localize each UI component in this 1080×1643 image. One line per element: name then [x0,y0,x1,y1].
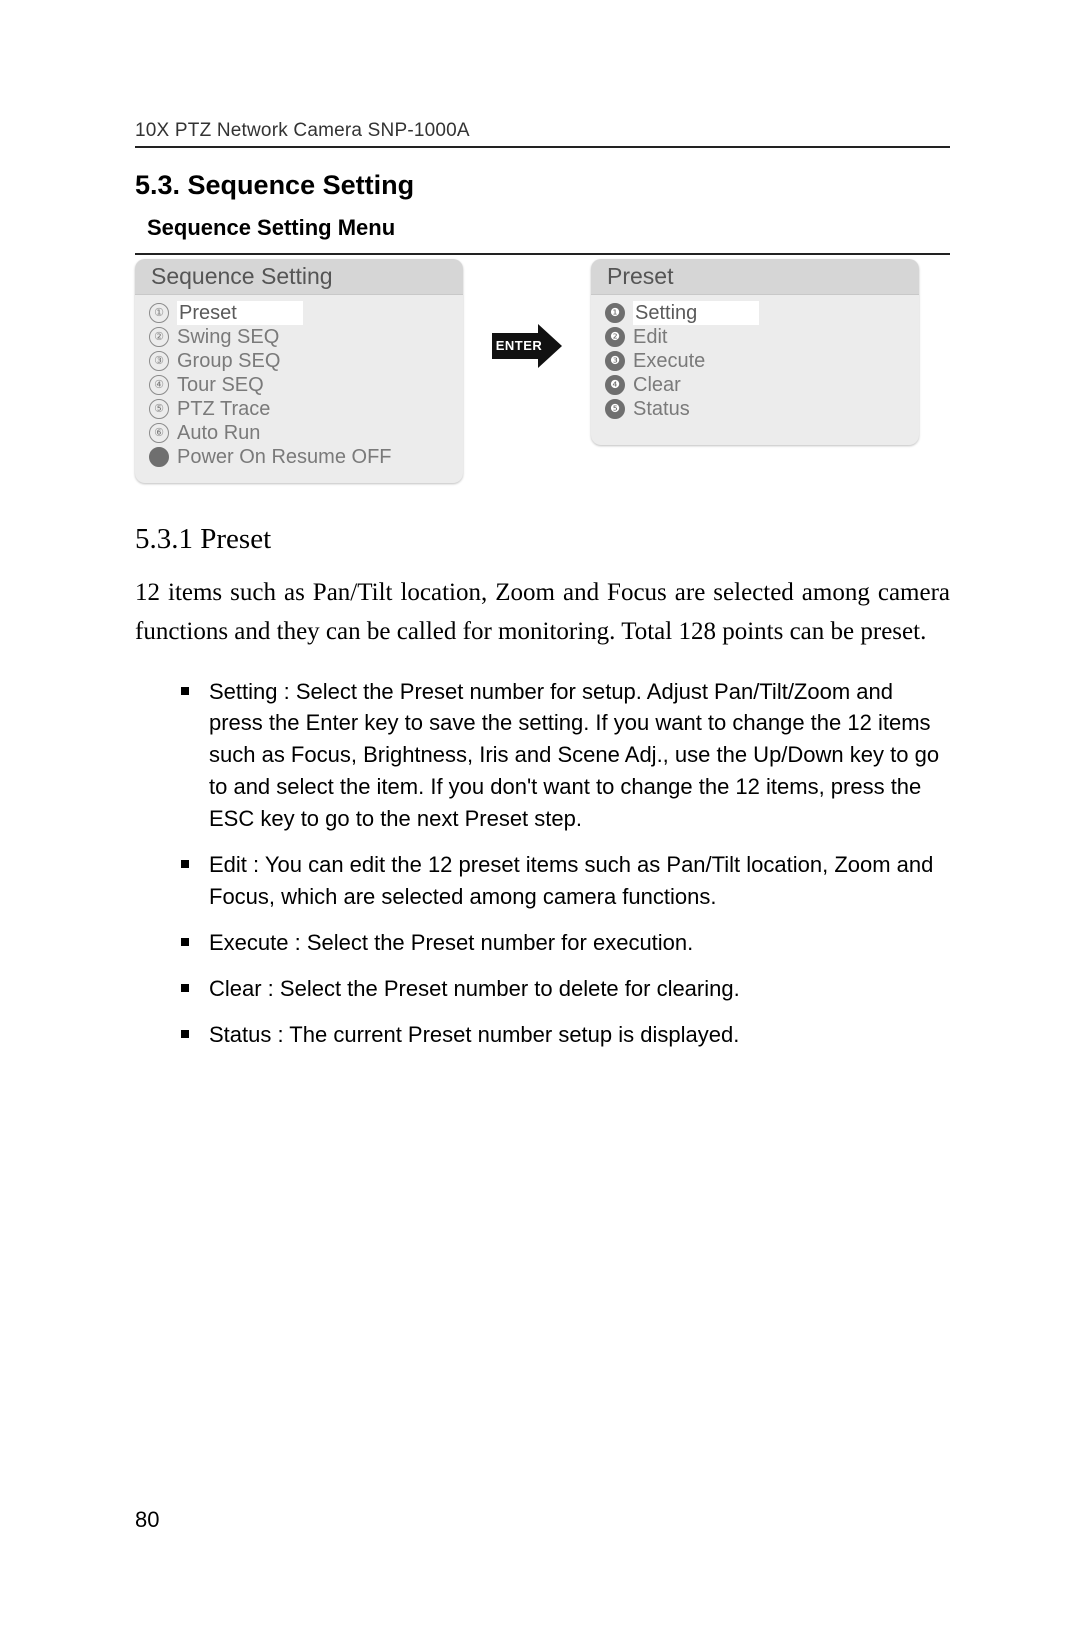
description-item: Execute : Select the Preset number for e… [181,927,950,959]
preset-menu-item: ❷ Edit [605,325,909,349]
sequence-menu-item: ⑥ Auto Run [149,421,453,445]
menu-marker-icon: ④ [149,375,169,395]
menu-item-label: Status [633,397,690,421]
sequence-menu-list: ① Preset ② Swing SEQ ③ Group SEQ ④ Tour SEQ ⑤ PTZ… [149,301,453,469]
menu-item-label: Swing SEQ [177,325,279,349]
menu-item-label: Tour SEQ [177,373,264,397]
preset-panel: Preset ❶ Setting ❷ Edit ❸ Execute ❹ Clear ❺ Statu… [591,259,919,445]
section-title: 5.3. Sequence Setting [135,170,950,201]
preset-menu-item: ❶ Setting [605,301,909,325]
subsection-paragraph: 12 items such as Pan/Tilt location, Zoom… [135,574,950,652]
menu-marker-icon: ❹ [605,375,625,395]
preset-menu-item: ❹ Clear [605,373,909,397]
menu-item-label: Auto Run [177,421,260,445]
sequence-menu-item: ④ Tour SEQ [149,373,453,397]
menu-marker-icon: ❷ [605,327,625,347]
menu-marker-icon: ⑤ [149,399,169,419]
header-rule [135,146,950,148]
menu-item-label: Preset [177,301,303,325]
subsection-title: 5.3.1 Preset [135,523,950,556]
menu-marker-icon [149,447,169,467]
preset-panel-title: Preset [591,259,919,295]
arrow-icon [492,321,562,371]
document-page: 10X PTZ Network Camera SNP-1000A 5.3. Se… [0,0,1080,1643]
menu-item-label: Group SEQ [177,349,280,373]
menu-marker-icon: ❺ [605,399,625,419]
menu-marker-icon: ① [149,303,169,323]
description-item: Edit : You can edit the 12 preset items … [181,849,950,913]
sequence-menu-item: ② Swing SEQ [149,325,453,349]
menu-marker-icon: ③ [149,351,169,371]
sequence-menu-item: ⑤ PTZ Trace [149,397,453,421]
menu-item-label: Power On Resume OFF [177,445,392,469]
description-item: Setting : Select the Preset number for s… [181,676,950,835]
menu-marker-icon: ② [149,327,169,347]
sequence-menu-item: ① Preset [149,301,453,325]
menu-item-label: Execute [633,349,705,373]
subtitle-rule [135,253,950,255]
menu-item-label: Setting [633,301,759,325]
menu-diagram: Sequence Setting ① Preset ② Swing SEQ ③ Group… [135,259,950,483]
description-list: Setting : Select the Preset number for s… [181,676,950,1051]
preset-menu-item: ❺ Status [605,397,909,421]
sequence-setting-panel-body: ① Preset ② Swing SEQ ③ Group SEQ ④ Tour SEQ ⑤ PTZ… [135,295,463,483]
section-subtitle: Sequence Setting Menu [147,215,950,241]
sequence-menu-item: ③ Group SEQ [149,349,453,373]
menu-marker-icon: ❶ [605,303,625,323]
description-item: Status : The current Preset number setup… [181,1019,950,1051]
menu-marker-icon: ⑥ [149,423,169,443]
menu-item-label: PTZ Trace [177,397,270,421]
page-number: 80 [135,1507,159,1533]
menu-item-label: Clear [633,373,681,397]
description-item: Clear : Select the Preset number to dele… [181,973,950,1005]
sequence-setting-panel: Sequence Setting ① Preset ② Swing SEQ ③ Group… [135,259,463,483]
preset-menu-item: ❸ Execute [605,349,909,373]
preset-panel-body: ❶ Setting ❷ Edit ❸ Execute ❹ Clear ❺ Status [591,295,919,445]
page-header: 10X PTZ Network Camera SNP-1000A [135,120,950,142]
preset-menu-list: ❶ Setting ❷ Edit ❸ Execute ❹ Clear ❺ Status [605,301,909,421]
sequence-setting-panel-title: Sequence Setting [135,259,463,295]
menu-marker-icon: ❸ [605,351,625,371]
enter-arrow: ENTER [463,259,591,386]
sequence-menu-item: Power On Resume OFF [149,445,453,469]
menu-item-label: Edit [633,325,667,349]
